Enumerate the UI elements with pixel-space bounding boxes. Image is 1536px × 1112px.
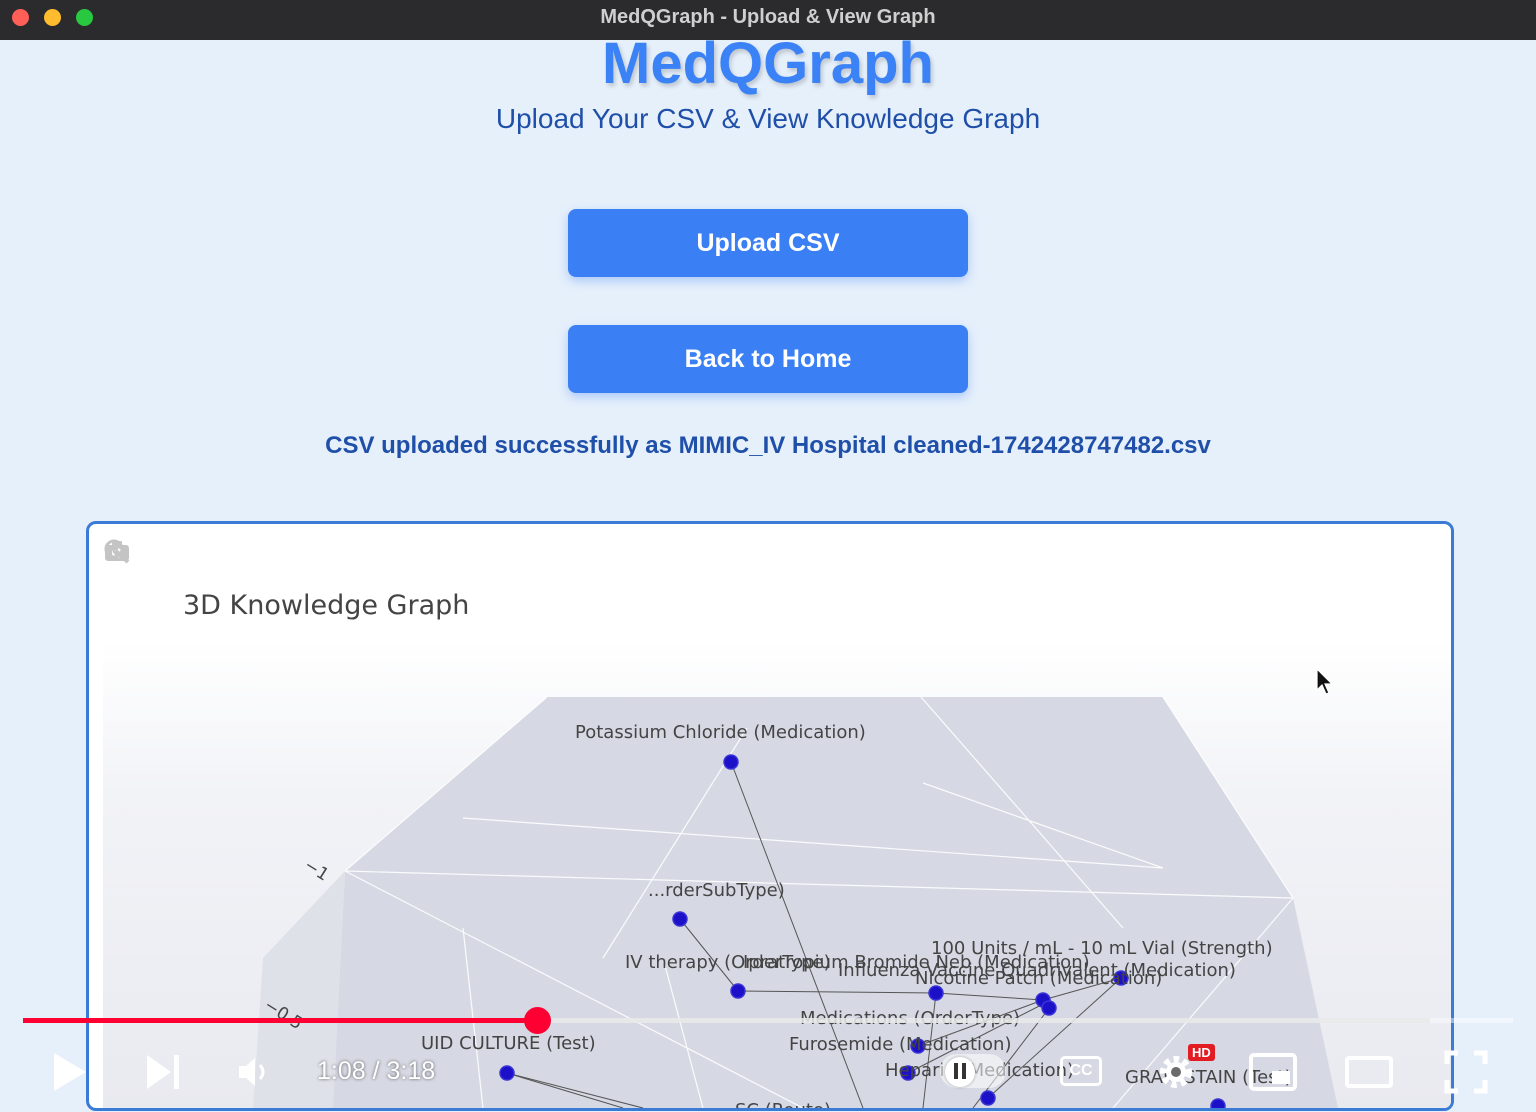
app-title: MedQGraph: [602, 31, 934, 96]
graph-node[interactable]: [499, 1065, 515, 1081]
graph-node[interactable]: [1041, 1000, 1057, 1016]
mouse-cursor-icon: [1316, 668, 1334, 695]
node-label: Nicotine Patch (Medication): [915, 968, 1162, 989]
page-subtitle: Upload Your CSV & View Knowledge Graph: [495, 103, 1041, 134]
node-label: Furosemide (Medication): [789, 1034, 1012, 1055]
fullscreen-icon[interactable]: [1444, 1050, 1488, 1094]
pause-icon: [954, 1063, 966, 1079]
theater-icon[interactable]: [1344, 1055, 1394, 1089]
next-icon[interactable]: [144, 1052, 184, 1092]
window-title: MedQGraph - Upload & View Graph: [600, 6, 936, 28]
node-label: ...rderSubType): [648, 880, 785, 901]
graph-node[interactable]: [672, 911, 688, 927]
node-label: Potassium Chloride (Medication): [575, 722, 866, 743]
graph-node[interactable]: [730, 983, 746, 999]
graph-node[interactable]: [723, 754, 739, 770]
play-icon[interactable]: [50, 1050, 90, 1094]
hd-badge: HD: [1188, 1044, 1215, 1061]
subtitles-button[interactable]: CC: [1060, 1056, 1102, 1086]
volume-icon[interactable]: [236, 1054, 272, 1090]
graph-node[interactable]: [1210, 1098, 1226, 1108]
video-time-display: 1:08 / 3:18: [317, 1057, 436, 1085]
upload-status-message: CSV uploaded successfully as MIMIC_IV Ho…: [325, 432, 1211, 459]
video-played-bar: [23, 1018, 537, 1023]
upload-csv-button[interactable]: Upload CSV: [568, 209, 968, 277]
graph-node[interactable]: [980, 1090, 996, 1106]
graph-title: 3D Knowledge Graph: [183, 590, 470, 621]
back-to-home-button[interactable]: Back to Home: [568, 325, 968, 393]
miniplayer-icon[interactable]: [1248, 1052, 1298, 1092]
video-scrubber-handle[interactable]: [524, 1007, 551, 1034]
node-label: SC (Route): [735, 1100, 831, 1108]
zoom-icon[interactable]: [103, 538, 131, 564]
node-label: UID CULTURE (Test): [421, 1033, 596, 1054]
